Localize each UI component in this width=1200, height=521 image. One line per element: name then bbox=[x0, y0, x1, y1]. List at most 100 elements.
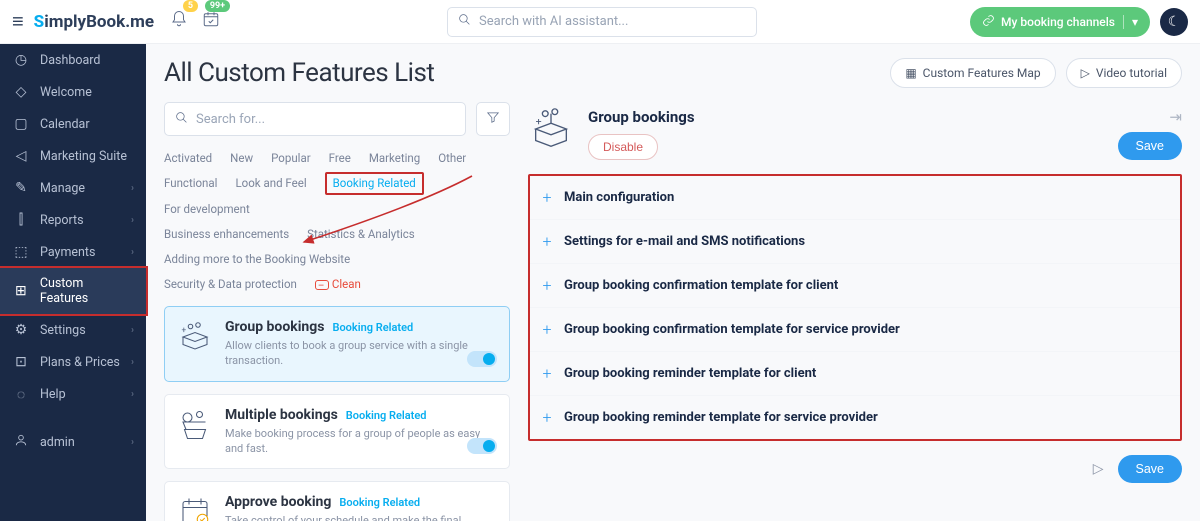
chevron-right-icon: › bbox=[131, 357, 134, 368]
global-search[interactable]: Search with AI assistant... bbox=[447, 7, 757, 37]
save-button-top[interactable]: Save bbox=[1118, 132, 1183, 160]
nav-icon: ⫿ bbox=[12, 212, 30, 228]
nav-icon: ◌ bbox=[12, 386, 30, 403]
funnel-icon bbox=[486, 110, 500, 128]
filter-tag[interactable]: Look and Feel bbox=[235, 171, 306, 196]
calendar-badge: 99+ bbox=[205, 0, 230, 12]
booking-channels-button[interactable]: My booking channels ▾ bbox=[970, 7, 1150, 37]
feature-card-icon: + bbox=[177, 319, 213, 355]
feature-icon: + bbox=[528, 106, 574, 152]
accordion-item[interactable]: +Settings for e-mail and SMS notificatio… bbox=[530, 220, 1180, 264]
feature-desc: Make booking process for a group of peop… bbox=[225, 426, 495, 457]
accordion-item[interactable]: +Group booking reminder template for ser… bbox=[530, 396, 1180, 439]
sidebar-item-dashboard[interactable]: ◷Dashboard bbox=[0, 44, 146, 76]
accordion-item[interactable]: +Group booking confirmation template for… bbox=[530, 264, 1180, 308]
features-map-button[interactable]: ▦ Custom Features Map bbox=[890, 58, 1055, 88]
disable-button[interactable]: Disable bbox=[588, 134, 658, 160]
settings-accordion: + Main configuration +Settings for e-mail … bbox=[528, 174, 1182, 441]
accordion-item[interactable]: + Group booking reminder template for cli… bbox=[530, 352, 1180, 396]
sidebar-item-payments[interactable]: ⬚Payments› bbox=[0, 236, 146, 268]
feature-search-input[interactable]: Search for... bbox=[164, 102, 466, 136]
filter-tag[interactable]: Functional bbox=[164, 171, 217, 196]
logo-char: S bbox=[34, 12, 45, 32]
video-tutorial-button[interactable]: ▷ Video tutorial bbox=[1066, 58, 1182, 88]
feature-category: Booking Related bbox=[346, 409, 427, 422]
sidebar: ◷Dashboard◇Welcome▢Calendar◁Marketing Su… bbox=[0, 44, 146, 521]
clean-filters[interactable]: Clean bbox=[315, 272, 361, 297]
feature-desc: Take control of your schedule and make t… bbox=[225, 513, 495, 521]
filter-tag[interactable]: Business enhancements bbox=[164, 222, 289, 247]
sidebar-item-plans-prices[interactable]: ⊡Plans & Prices› bbox=[0, 346, 146, 378]
filter-tag[interactable]: Marketing bbox=[369, 146, 420, 171]
accordion-item[interactable]: +Group booking confirmation template for… bbox=[530, 308, 1180, 352]
collapse-icon[interactable]: ⇥ bbox=[1169, 108, 1182, 126]
filter-tag[interactable]: Activated bbox=[164, 146, 212, 171]
chevron-right-icon: › bbox=[131, 183, 134, 194]
accordion-label: Main configuration bbox=[564, 190, 674, 205]
plus-icon: + bbox=[540, 188, 554, 207]
filter-tag[interactable]: Security & Data protection bbox=[164, 272, 297, 297]
sidebar-item-custom-features[interactable]: ⊞Custom Features bbox=[0, 266, 148, 316]
sidebar-item-manage[interactable]: ✎Manage› bbox=[0, 172, 146, 204]
chevron-right-icon: › bbox=[131, 247, 134, 258]
feature-detail-panel: + Group bookings Disable ⇥ Save +Main co… bbox=[528, 102, 1182, 483]
filter-tag[interactable]: Popular bbox=[271, 146, 311, 171]
plus-icon: + bbox=[540, 232, 554, 251]
search-icon bbox=[175, 111, 188, 128]
filter-tag[interactable]: Statistics & Analytics bbox=[307, 222, 415, 247]
feature-category: Booking Related bbox=[339, 496, 420, 509]
sidebar-item-settings[interactable]: ⚙Settings› bbox=[0, 314, 146, 346]
filter-tag[interactable]: Adding more to the Booking Website bbox=[164, 247, 350, 272]
sidebar-item-calendar[interactable]: ▢Calendar bbox=[0, 108, 146, 140]
sidebar-item-admin[interactable]: admin › bbox=[0, 425, 146, 459]
nav-icon: ⊞ bbox=[12, 283, 30, 299]
feature-card[interactable]: Multiple bookingsBooking RelatedMake boo… bbox=[164, 394, 510, 470]
feature-toggle[interactable] bbox=[467, 438, 497, 454]
filter-tag[interactable]: New bbox=[230, 146, 253, 171]
header-icon-group: 5 99+ bbox=[170, 10, 234, 33]
filter-button[interactable] bbox=[476, 102, 510, 136]
app-header: ≡ SimplyBook.me 5 99+ Search with AI ass… bbox=[0, 0, 1200, 44]
nav-icon: ◇ bbox=[12, 84, 30, 100]
moon-icon: ☾ bbox=[1168, 14, 1181, 30]
filter-tag[interactable]: Free bbox=[329, 146, 351, 171]
filter-tag[interactable]: For development bbox=[164, 197, 250, 222]
user-icon bbox=[12, 433, 30, 451]
hamburger-icon[interactable]: ≡ bbox=[12, 9, 24, 34]
sidebar-item-reports[interactable]: ⫿Reports› bbox=[0, 204, 146, 236]
chevron-right-icon: › bbox=[131, 215, 134, 226]
feature-desc: Allow clients to book a group service wi… bbox=[225, 338, 495, 369]
bell-icon[interactable]: 5 bbox=[170, 10, 188, 33]
nav-icon: ◷ bbox=[12, 52, 30, 68]
chevron-right-icon: › bbox=[131, 325, 134, 336]
accordion-label: Group booking confirmation template for … bbox=[564, 278, 838, 293]
nav-icon: ⚙ bbox=[12, 322, 30, 338]
feature-toggle[interactable] bbox=[467, 351, 497, 367]
filter-tag-booking-related[interactable]: Booking Related bbox=[325, 172, 424, 194]
accordion-item[interactable]: + Main configuration bbox=[530, 176, 1180, 220]
save-button-bottom[interactable]: Save bbox=[1118, 455, 1183, 483]
svg-text:+: + bbox=[536, 115, 542, 128]
logo[interactable]: SimplyBook.me bbox=[34, 12, 154, 32]
accordion-label: Group booking reminder template for clie… bbox=[564, 366, 816, 381]
nav-icon: ▢ bbox=[12, 116, 30, 132]
accordion-label: Group booking reminder template for serv… bbox=[564, 410, 878, 425]
feature-category: Booking Related bbox=[332, 321, 413, 334]
feature-card[interactable]: Approve bookingBooking RelatedTake contr… bbox=[164, 481, 510, 521]
sidebar-item-help[interactable]: ◌Help› bbox=[0, 378, 146, 411]
theme-toggle[interactable]: ☾ bbox=[1160, 8, 1188, 36]
filter-tag[interactable]: Other bbox=[438, 146, 466, 171]
chevron-down-icon: ▾ bbox=[1132, 15, 1138, 29]
nav-icon: ✎ bbox=[12, 180, 30, 196]
search-placeholder: Search with AI assistant... bbox=[479, 14, 628, 29]
nav-icon: ⊡ bbox=[12, 354, 30, 370]
feature-card[interactable]: +Group bookingsBooking RelatedAllow clie… bbox=[164, 306, 510, 382]
plus-icon: + bbox=[540, 320, 554, 339]
sidebar-item-marketing-suite[interactable]: ◁Marketing Suite bbox=[0, 140, 146, 172]
link-icon bbox=[982, 14, 995, 30]
calendar-check-icon[interactable]: 99+ bbox=[202, 10, 220, 33]
sidebar-item-welcome[interactable]: ◇Welcome bbox=[0, 76, 146, 108]
play-icon[interactable]: ▷ bbox=[1093, 461, 1104, 477]
filter-tags: Activated New Popular Free Marketing Other Fu… bbox=[164, 146, 510, 298]
plus-icon: + bbox=[540, 364, 554, 383]
